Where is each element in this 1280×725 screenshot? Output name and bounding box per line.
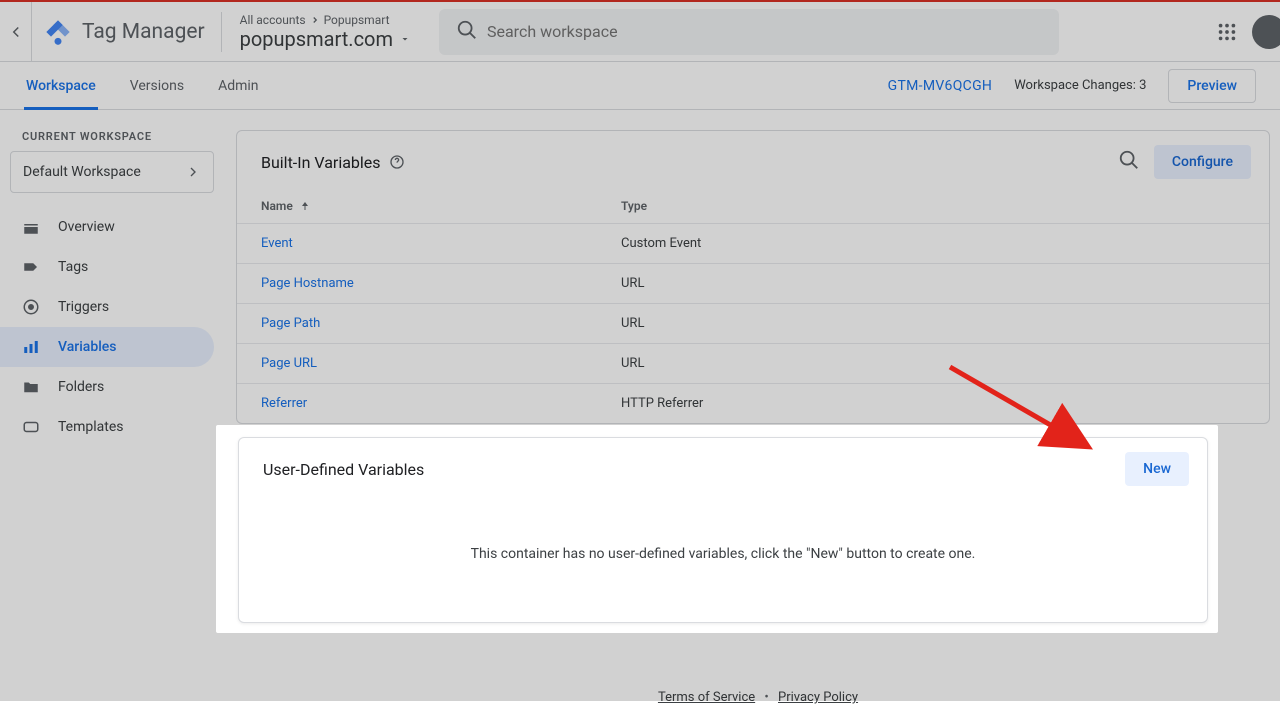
sort-asc-icon <box>299 200 311 212</box>
chevron-right-icon <box>310 15 320 25</box>
table-row[interactable]: Page Hostname URL <box>237 264 1269 304</box>
search-input[interactable] <box>487 22 1051 41</box>
arrow-left-icon <box>7 23 25 41</box>
nav-label: Variables <box>58 339 116 355</box>
gtm-logo-icon <box>44 18 72 46</box>
empty-state-message: This container has no user-defined varia… <box>239 496 1207 622</box>
card-title: Built-In Variables <box>261 153 381 172</box>
var-type: HTTP Referrer <box>621 396 1245 411</box>
variables-icon <box>22 338 42 356</box>
var-type: URL <box>621 276 1245 291</box>
tag-icon <box>22 258 42 276</box>
nav-variables[interactable]: Variables <box>0 327 214 367</box>
highlight-region: User-Defined Variables New This containe… <box>216 425 1218 633</box>
folder-icon <box>22 378 42 396</box>
breadcrumb[interactable]: All accounts Popupsmart popupsmart.com <box>222 13 411 51</box>
workspace-name: Default Workspace <box>23 164 141 180</box>
footer: Terms of Service • Privacy Policy <box>236 674 1280 725</box>
breadcrumb-accounts: All accounts <box>240 13 306 27</box>
trigger-icon <box>22 298 42 316</box>
new-button[interactable]: New <box>1125 452 1189 486</box>
chevron-right-icon <box>185 164 201 180</box>
configure-button[interactable]: Configure <box>1154 145 1251 179</box>
app-title: Tag Manager <box>82 12 222 52</box>
var-type: URL <box>621 356 1245 371</box>
nav-label: Templates <box>58 419 124 435</box>
nav-label: Overview <box>58 219 115 235</box>
container-id[interactable]: GTM-MV6QCGH <box>888 78 993 94</box>
table-row[interactable]: Referrer HTTP Referrer <box>237 384 1269 423</box>
table-row[interactable]: Page URL URL <box>237 344 1269 384</box>
col-name-header[interactable]: Name <box>261 199 293 213</box>
builtin-variables-card: Built-In Variables Configure Name Type E… <box>236 130 1270 424</box>
nav-triggers[interactable]: Triggers <box>0 287 214 327</box>
tab-admin[interactable]: Admin <box>216 62 260 110</box>
sidebar: CURRENT WORKSPACE Default Workspace Over… <box>0 110 236 725</box>
nav-templates[interactable]: Templates <box>0 407 214 447</box>
nav-label: Triggers <box>58 299 109 315</box>
apps-icon[interactable] <box>1216 21 1238 43</box>
nav-label: Tags <box>58 259 88 275</box>
var-link[interactable]: Page URL <box>261 356 317 371</box>
nav-overview[interactable]: Overview <box>0 207 214 247</box>
nav-label: Folders <box>58 379 104 395</box>
search-icon[interactable] <box>1118 149 1140 175</box>
tab-versions[interactable]: Versions <box>128 62 186 110</box>
table-row[interactable]: Page Path URL <box>237 304 1269 344</box>
current-workspace-label: CURRENT WORKSPACE <box>0 124 236 151</box>
overview-icon <box>22 218 42 236</box>
var-link[interactable]: Page Hostname <box>261 276 354 291</box>
var-type: URL <box>621 316 1245 331</box>
sub-header: Workspace Versions Admin GTM-MV6QCGH Wor… <box>0 62 1280 110</box>
search-icon <box>447 19 487 45</box>
caret-down-icon <box>399 33 411 45</box>
var-link[interactable]: Referrer <box>261 396 307 411</box>
search-box[interactable] <box>439 9 1059 55</box>
var-link[interactable]: Event <box>261 236 293 251</box>
table-row[interactable]: Event Custom Event <box>237 224 1269 264</box>
workspace-selector[interactable]: Default Workspace <box>10 151 214 193</box>
breadcrumb-container-name: popupsmart.com <box>240 27 393 51</box>
template-icon <box>22 418 42 436</box>
help-icon[interactable] <box>389 154 405 170</box>
app-header: Tag Manager All accounts Popupsmart popu… <box>0 0 1280 62</box>
col-type-header[interactable]: Type <box>621 199 1245 213</box>
account-avatar[interactable] <box>1252 15 1280 49</box>
breadcrumb-account-name: Popupsmart <box>324 13 390 27</box>
table-header: Name Type <box>237 189 1269 224</box>
workspace-changes[interactable]: Workspace Changes: 3 <box>1014 78 1146 93</box>
terms-link[interactable]: Terms of Service <box>658 690 755 705</box>
var-link[interactable]: Page Path <box>261 316 320 331</box>
var-type: Custom Event <box>621 236 1245 251</box>
nav-tags[interactable]: Tags <box>0 247 214 287</box>
privacy-link[interactable]: Privacy Policy <box>778 690 858 705</box>
tab-workspace[interactable]: Workspace <box>24 62 98 110</box>
preview-button[interactable]: Preview <box>1168 69 1256 103</box>
card-title: User-Defined Variables <box>263 460 424 479</box>
back-button[interactable] <box>0 2 32 61</box>
user-defined-variables-card: User-Defined Variables New This containe… <box>238 437 1208 623</box>
nav-folders[interactable]: Folders <box>0 367 214 407</box>
